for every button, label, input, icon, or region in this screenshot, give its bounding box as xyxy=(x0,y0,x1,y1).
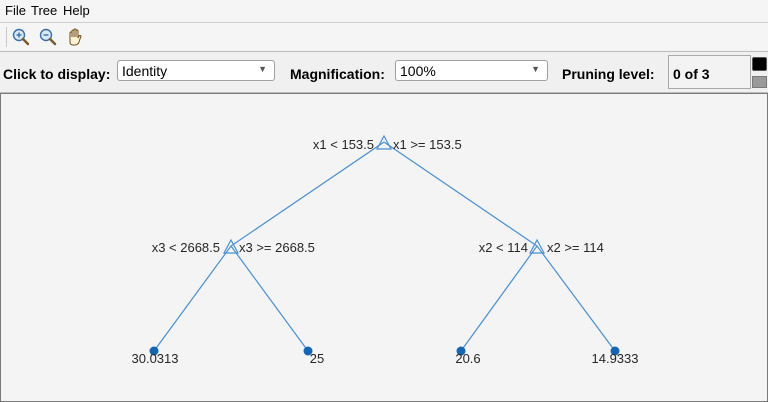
magnification-dropdown[interactable]: 100% ▼ xyxy=(395,60,548,81)
pan-hand-icon[interactable] xyxy=(65,27,85,47)
tree-canvas: x1 < 153.5 x1 >= 153.5 x3 < 2668.5 x3 >=… xyxy=(0,93,768,402)
toolbar xyxy=(0,22,768,50)
click-to-display-value: Identity xyxy=(122,63,168,79)
menu-tree[interactable]: Tree xyxy=(31,3,57,19)
root-left-split-label: x1 < 153.5 xyxy=(313,137,374,152)
branch-root-left[interactable] xyxy=(230,141,385,247)
left-right-split-label: x3 >= 2668.5 xyxy=(239,240,315,255)
pruning-decrease-button[interactable] xyxy=(752,76,767,88)
click-to-display-dropdown[interactable]: Identity ▼ xyxy=(117,60,275,81)
toolbar-separator xyxy=(6,27,7,47)
click-to-display-label: Click to display: xyxy=(3,66,111,82)
zoom-in-icon[interactable] xyxy=(11,27,31,47)
menu-file[interactable]: File xyxy=(5,3,26,19)
tree-diagram: x1 < 153.5 x1 >= 153.5 x3 < 2668.5 x3 >=… xyxy=(132,134,639,366)
branch-left-right[interactable] xyxy=(230,245,309,352)
root-right-split-label: x1 >= 153.5 xyxy=(393,137,462,152)
branch-right-right[interactable] xyxy=(536,245,616,352)
branch-right-left[interactable] xyxy=(460,245,538,352)
pruning-level-field[interactable]: 0 of 3 xyxy=(668,55,751,89)
left-left-split-label: x3 < 2668.5 xyxy=(152,240,220,255)
magnification-label: Magnification: xyxy=(290,66,385,82)
zoom-out-icon[interactable] xyxy=(38,27,58,47)
pruning-level-label: Pruning level: xyxy=(562,66,655,82)
menu-help[interactable]: Help xyxy=(63,3,90,19)
chevron-down-icon: ▼ xyxy=(531,64,540,74)
controls-panel: Click to display: Identity ▼ Magnificati… xyxy=(0,51,768,93)
leaf-value-1: 30.0313 xyxy=(132,351,179,366)
branch-root-right[interactable] xyxy=(383,141,538,247)
leaf-value-4: 14.9333 xyxy=(592,351,639,366)
branch-left-left[interactable] xyxy=(153,245,232,352)
pruning-increase-button[interactable] xyxy=(752,57,767,71)
leaf-value-3: 20.6 xyxy=(455,351,480,366)
right-right-split-label: x2 >= 114 xyxy=(547,240,604,255)
right-left-split-label: x2 < 114 xyxy=(479,240,528,255)
chevron-down-icon: ▼ xyxy=(258,64,267,74)
leaf-value-2: 25 xyxy=(310,351,324,366)
pruning-level-value: 0 of 3 xyxy=(673,66,710,82)
menu-bar: File Tree Help xyxy=(0,0,768,22)
magnification-value: 100% xyxy=(400,63,436,79)
